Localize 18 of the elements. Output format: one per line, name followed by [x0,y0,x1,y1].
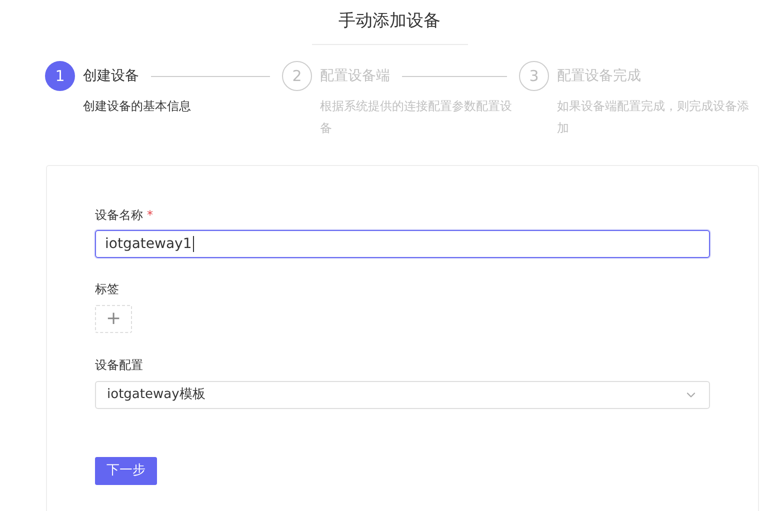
step-title: 创建设备 [83,66,139,86]
device-name-field[interactable]: iotgateway1 [95,230,710,258]
add-tag-button[interactable]: + [95,305,132,333]
step-number: 3 [519,61,549,91]
step-number: 2 [282,61,312,91]
field-label: 设备配置 [95,357,144,374]
field-label: 标签 [95,281,120,298]
required-mark: * [147,207,153,224]
step-title: 配置设备完成 [557,66,641,86]
next-button[interactable]: 下一步 [95,457,157,485]
field-label: 设备名称 [95,207,143,224]
step-number: 1 [45,61,75,91]
step-title: 配置设备端 [320,66,390,86]
page-title: 手动添加设备 [338,10,440,33]
step-description: 根据系统提供的连接配置参数配置设备 [320,98,513,137]
step-description: 如果设备端配置完成，则完成设备添加 [557,98,750,137]
step-description: 创建设备的基本信息 [83,98,192,115]
device-config-select[interactable]: iotgateway模板 [95,381,710,409]
